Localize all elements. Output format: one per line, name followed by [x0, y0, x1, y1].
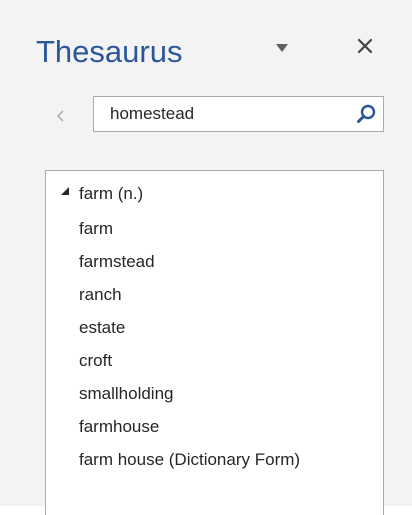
pane-close-button[interactable] — [356, 37, 374, 55]
synonym-item[interactable]: estate — [46, 311, 383, 344]
synonym-list: farm farmstead ranch estate croft smallh… — [46, 212, 383, 476]
caret-down-icon — [276, 44, 288, 52]
chevron-left-icon — [56, 110, 64, 122]
synonym-item[interactable]: croft — [46, 344, 383, 377]
search-button[interactable] — [355, 103, 377, 125]
pane-title: Thesaurus — [36, 34, 183, 69]
group-label: farm (n.) — [79, 184, 144, 203]
pane-options-button[interactable] — [273, 41, 291, 55]
search-box — [93, 96, 384, 132]
back-button[interactable] — [54, 107, 68, 125]
synonym-item[interactable]: farmstead — [46, 245, 383, 278]
triangle-expanded-icon — [61, 187, 69, 195]
results-list: farm (n.) farm farmstead ranch estate cr… — [45, 170, 384, 515]
group-header[interactable]: farm (n.) — [46, 181, 383, 209]
search-input[interactable] — [94, 97, 344, 131]
expand-arrow[interactable] — [60, 186, 70, 196]
close-icon — [357, 38, 373, 54]
magnifier-icon — [357, 104, 376, 123]
synonym-item[interactable]: smallholding — [46, 377, 383, 410]
synonym-item[interactable]: farm — [46, 212, 383, 245]
thesaurus-pane: Thesaurus homestead farm (n.) farm farms… — [0, 0, 412, 515]
synonym-item[interactable]: ranch — [46, 278, 383, 311]
synonym-item[interactable]: farmhouse — [46, 410, 383, 443]
synonym-item[interactable]: farm house (Dictionary Form) — [46, 443, 383, 476]
